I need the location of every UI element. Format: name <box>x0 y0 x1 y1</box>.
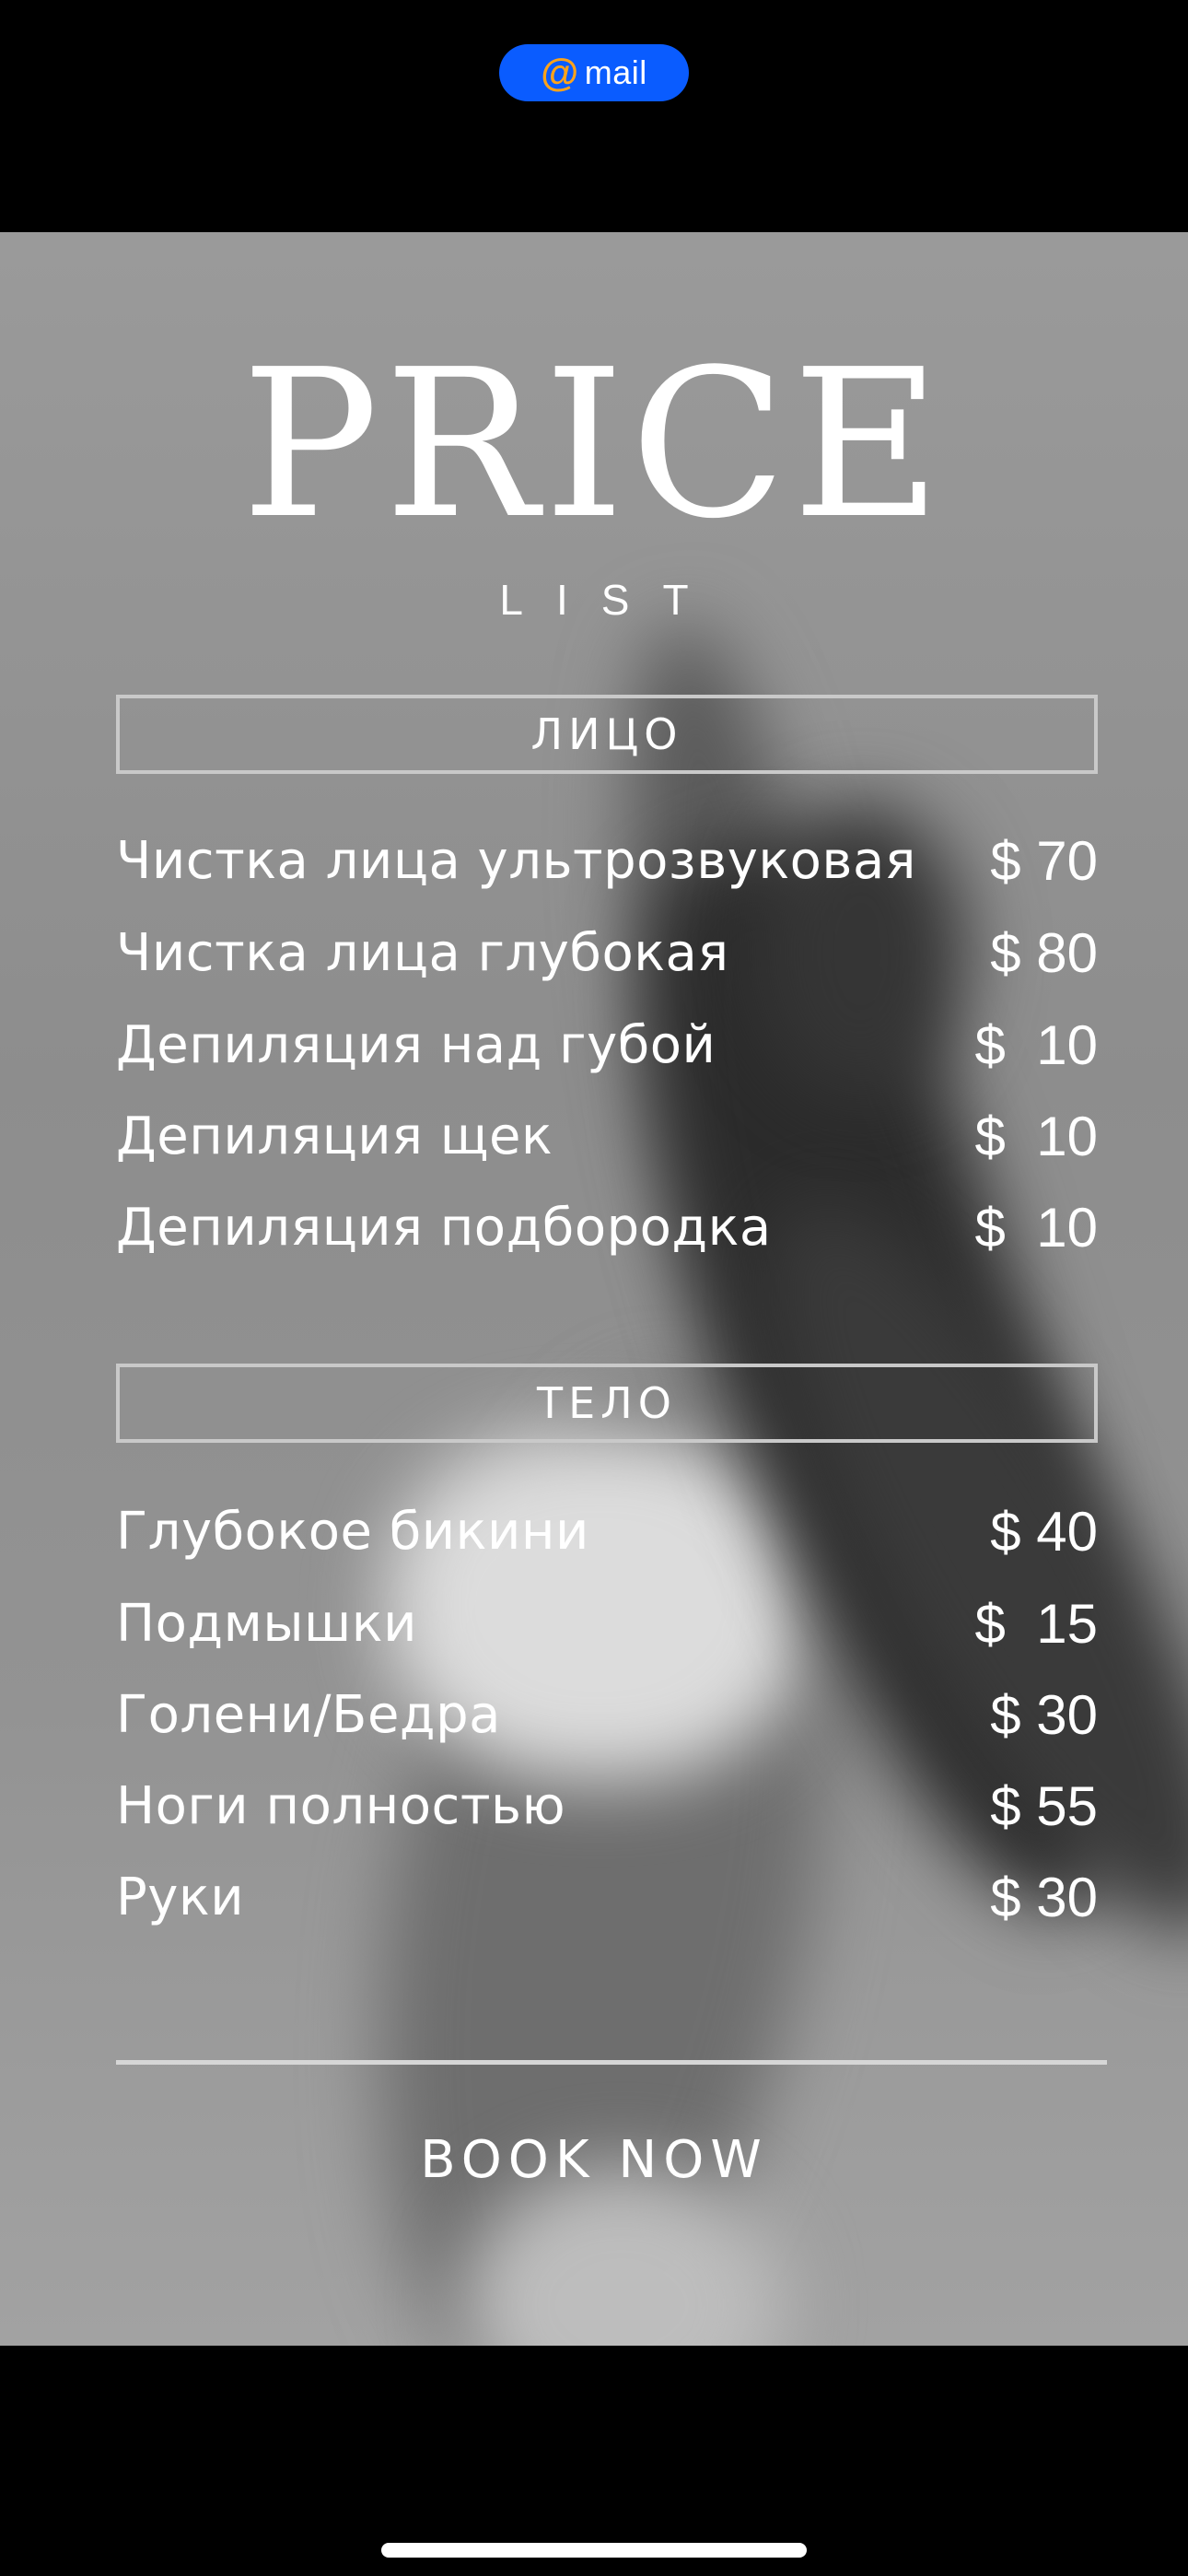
service-name: Глубокое бикини <box>116 1501 589 1562</box>
service-name: Чистка лица ультрозвуковая <box>116 830 916 891</box>
section-heading-body: ТЕЛО <box>116 1364 1098 1443</box>
service-name: Руки <box>116 1867 245 1927</box>
service-price: $ 10 <box>974 1013 1098 1076</box>
price-row: Руки $ 30 <box>116 1860 1098 1934</box>
service-price: $ 30 <box>990 1866 1098 1928</box>
price-list-poster: PRICE LIST ЛИЦО Чистка лица ультрозвуков… <box>0 232 1188 2346</box>
mail-app-pill[interactable]: @ mail <box>499 44 689 101</box>
price-row: Ноги полностью $ 55 <box>116 1769 1098 1843</box>
poster-content: PRICE LIST ЛИЦО Чистка лица ультрозвуков… <box>0 232 1188 2346</box>
book-now-button[interactable]: BOOK NOW <box>0 2130 1188 2190</box>
section-heading-label: ТЕЛО <box>537 1378 677 1428</box>
poster-title: PRICE <box>240 326 948 564</box>
price-row: Голени/Бедра $ 30 <box>116 1678 1098 1751</box>
price-row: Чистка лица ультрозвуковая $ 70 <box>116 824 1098 897</box>
service-price: $ 30 <box>990 1683 1098 1746</box>
price-row: Глубокое бикини $ 40 <box>116 1494 1098 1568</box>
service-name: Ноги полностью <box>116 1775 566 1836</box>
service-price: $ 10 <box>974 1105 1098 1167</box>
service-name: Голени/Бедра <box>116 1684 501 1745</box>
service-price: $ 15 <box>974 1592 1098 1655</box>
home-indicator[interactable] <box>381 2543 807 2558</box>
price-row: Чистка лица глубокая $ 80 <box>116 916 1098 989</box>
service-name: Подмышки <box>116 1593 418 1654</box>
mail-label: mail <box>584 53 647 91</box>
service-price: $ 10 <box>974 1196 1098 1259</box>
status-bar: @ mail <box>0 0 1188 232</box>
service-price: $ 70 <box>990 829 1098 892</box>
service-name: Чистка лица глубокая <box>116 922 729 983</box>
price-row: Депиляция подбородка $ 10 <box>116 1190 1098 1264</box>
service-name: Депиляция над губой <box>116 1014 716 1075</box>
poster-subtitle: LIST <box>499 576 722 624</box>
price-row: Депиляция над губой $ 10 <box>116 1008 1098 1082</box>
service-name: Депиляция щек <box>116 1106 553 1166</box>
price-row: Депиляция щек $ 10 <box>116 1099 1098 1173</box>
section-heading-label: ЛИЦО <box>530 709 683 759</box>
service-price: $ 40 <box>990 1500 1098 1563</box>
price-row: Подмышки $ 15 <box>116 1587 1098 1660</box>
service-price: $ 55 <box>990 1774 1098 1837</box>
section-heading-face: ЛИЦО <box>116 695 1098 774</box>
service-name: Депиляция подбородка <box>116 1197 772 1258</box>
mail-at-icon: @ <box>541 51 579 94</box>
divider-line <box>116 2060 1107 2065</box>
service-price: $ 80 <box>990 921 1098 984</box>
